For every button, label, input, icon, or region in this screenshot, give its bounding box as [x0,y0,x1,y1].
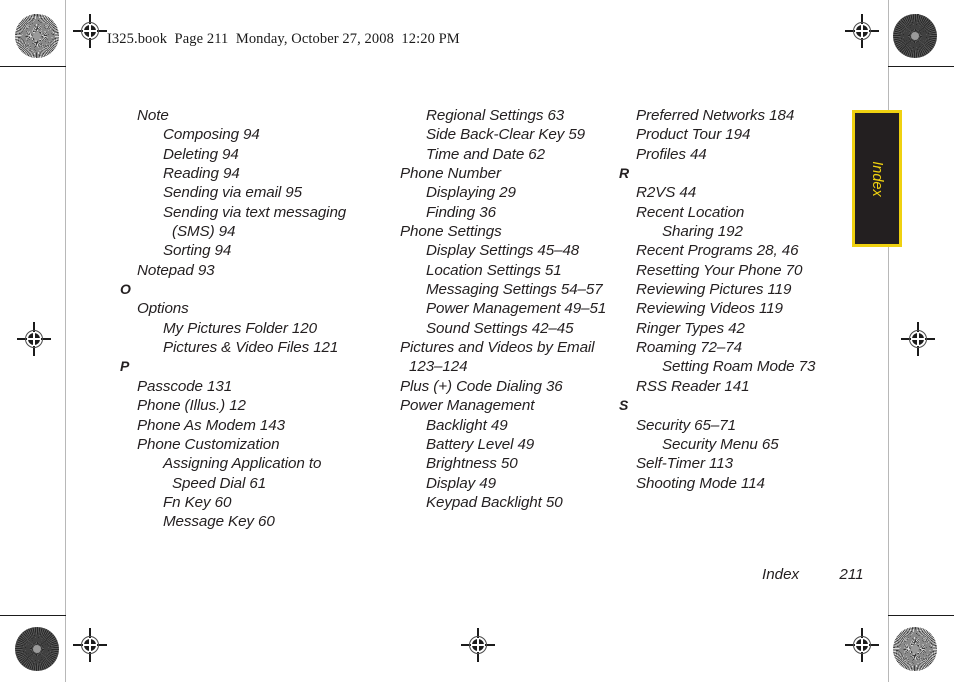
trim-line-bottom-left [0,615,66,616]
index-letter-heading: P [120,358,130,375]
index-entry: Sending via email 95 [163,184,302,202]
index-thumb-tab-label: Index [869,160,885,197]
screen-angle-target-top-right [893,14,937,58]
index-entry: Recent Programs 28, 46 [636,242,799,260]
index-entry: Self-Timer 113 [636,455,733,473]
index-entry: Roaming 72–74 [636,339,742,357]
index-entry: Resetting Your Phone 70 [636,261,803,279]
index-entry: Product Tour 194 [636,126,751,144]
index-entry: Brightness 50 [426,455,518,473]
index-entry: Messaging Settings 54–57 [426,281,603,299]
index-entry: Finding 36 [426,203,496,221]
index-entry: Power Management [400,397,535,415]
footer-page-number: 211 [839,566,864,583]
index-entry: Recent Location [636,203,745,221]
trim-line-top-right [888,66,954,67]
index-entry: Plus (+) Code Dialing 36 [400,377,563,395]
index-entry: Battery Level 49 [426,435,535,453]
index-entry: Phone As Modem 143 [137,416,285,434]
index-entry: Composing 94 [163,126,260,144]
index-column-1: Note Composing 94 Deleting 94 Reading 94 Sen… [120,106,355,532]
index-entry-continuation: Speed Dial 61 [172,474,267,492]
index-entry: Side Back-Clear Key 59 [426,126,586,144]
index-entry-continuation: (SMS) 94 [172,223,236,241]
screen-angle-target-bottom-right [893,627,937,671]
index-entry: Pictures and Videos by Email [400,339,595,357]
index-entry: Setting Roam Mode 73 [662,358,816,376]
registration-mark-mid-left [17,322,51,356]
screen-angle-target-bottom-left [15,627,59,671]
index-entry: Phone Number [400,165,501,183]
index-entry: Sending via text messaging [163,203,347,221]
index-entry: Time and Date 62 [426,145,545,163]
registration-mark-bottom-left [73,628,107,662]
page-footer: Index 211 [762,566,864,583]
index-entry: Passcode 131 [137,377,233,395]
index-entry: Profiles 44 [636,145,707,163]
registration-mark-header-right [845,14,879,48]
index-entry-continuation: 123–124 [409,358,468,376]
index-entry: Keypad Backlight 50 [426,493,563,511]
index-entry: Pictures & Video Files 121 [163,339,339,357]
index-entry: Fn Key 60 [163,493,232,511]
index-letter-heading: S [619,397,629,414]
index-column-2: Regional Settings 63 Side Back-Clear Key … [383,106,608,512]
index-entry: Power Management 49–51 [426,300,607,318]
index-entry: Display Settings 45–48 [426,242,580,260]
index-entry: Sound Settings 42–45 [426,319,574,337]
index-entry: Phone Settings [400,223,502,241]
index-entry: Ringer Types 42 [636,319,745,337]
index-entry: Options [137,300,189,318]
index-entry: Deleting 94 [163,145,239,163]
registration-mark-bottom-right [845,628,879,662]
index-entry: Security Menu 65 [662,435,779,453]
registration-mark-header-left [73,14,107,48]
index-entry: Security 65–71 [636,416,736,434]
screen-angle-target-top-left [15,14,59,58]
index-entry: Sharing 192 [662,223,743,241]
trim-line-top-left [0,66,66,67]
index-letter-heading: R [619,165,630,182]
index-entry: Message Key 60 [163,513,275,531]
index-entry: Shooting Mode 114 [636,474,765,492]
trim-line-bottom-right [888,615,954,616]
index-entry: Note [137,107,169,124]
index-entry: Backlight 49 [426,416,508,434]
trim-line-right [888,0,889,682]
index-entry: Regional Settings 63 [426,107,565,124]
index-entry: Location Settings 51 [426,261,562,279]
index-entry: Assigning Application to [163,455,322,473]
trim-line-left [65,0,66,682]
index-entry: Reviewing Pictures 119 [636,281,792,299]
index-entry: Reviewing Videos 119 [636,300,783,318]
footer-section-label: Index [762,566,800,583]
registration-mark-mid-right [901,322,935,356]
index-entry: Preferred Networks 184 [636,107,795,124]
index-thumb-tab: Index [852,110,902,247]
index-entry: Display 49 [426,474,496,492]
index-entry: Displaying 29 [426,184,516,202]
registration-mark-footer-center [461,628,495,662]
index-entry: Reading 94 [163,165,240,183]
index-entry: Phone Customization [137,435,280,453]
index-entry: RSS Reader 141 [636,377,750,395]
index-entry: Sorting 94 [163,242,232,260]
index-entry: My Pictures Folder 120 [163,319,317,337]
index-entry: Phone (Illus.) 12 [137,397,246,415]
page-header-slug: I325.book Page 211 Monday, October 27, 2… [107,31,460,47]
index-entry: Notepad 93 [137,261,215,279]
index-letter-heading: O [120,281,131,298]
index-entry: R2VS 44 [636,184,697,202]
index-column-3: Preferred Networks 184 Product Tour 194 Pr… [619,106,844,493]
